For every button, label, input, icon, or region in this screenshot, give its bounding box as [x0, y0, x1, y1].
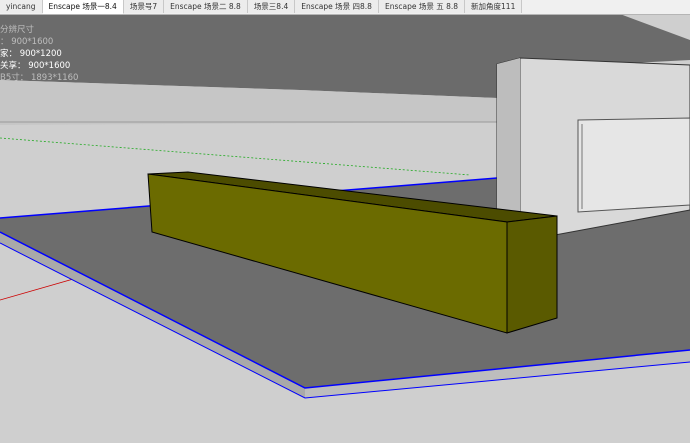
overlay-line: 家： 900*1200 [0, 49, 62, 59]
scene-tab[interactable]: Enscape 场景 五 8.8 [378, 0, 466, 13]
model-viewport[interactable] [0, 14, 690, 439]
building-window-recess [577, 117, 690, 213]
scene-tab[interactable]: 场景三8.4 [247, 0, 296, 13]
scene-tab[interactable]: Enscape 场景 四8.8 [295, 0, 379, 13]
beam-end-face [506, 215, 558, 334]
scene-canvas [0, 14, 690, 439]
scene-tab[interactable]: yincang [0, 0, 43, 13]
overlay-line: ： 900*1600 [0, 37, 54, 47]
overlay-line: 分辨尺寸 [0, 25, 35, 35]
scene-tab[interactable]: 场景号7 [123, 0, 165, 13]
overlay-line: B5寸： 1893*1160 [0, 73, 79, 83]
overlay-line: 关享： 900*1600 [0, 61, 71, 71]
scene-tab[interactable]: 新加角度111 [465, 0, 523, 13]
resolution-note-overlay: 分辨尺寸 ： 900*1600 家： 900*1200 关享： 900*1600… [0, 24, 78, 84]
building-side [497, 58, 520, 232]
scene-tab-active[interactable]: Enscape 场景一8.4 [42, 0, 124, 14]
scene-tab-bar: yincang Enscape 场景一8.4 场景号7 Enscape 场景二 … [0, 0, 690, 15]
scene-tab[interactable]: Enscape 场景二 8.8 [164, 0, 248, 13]
